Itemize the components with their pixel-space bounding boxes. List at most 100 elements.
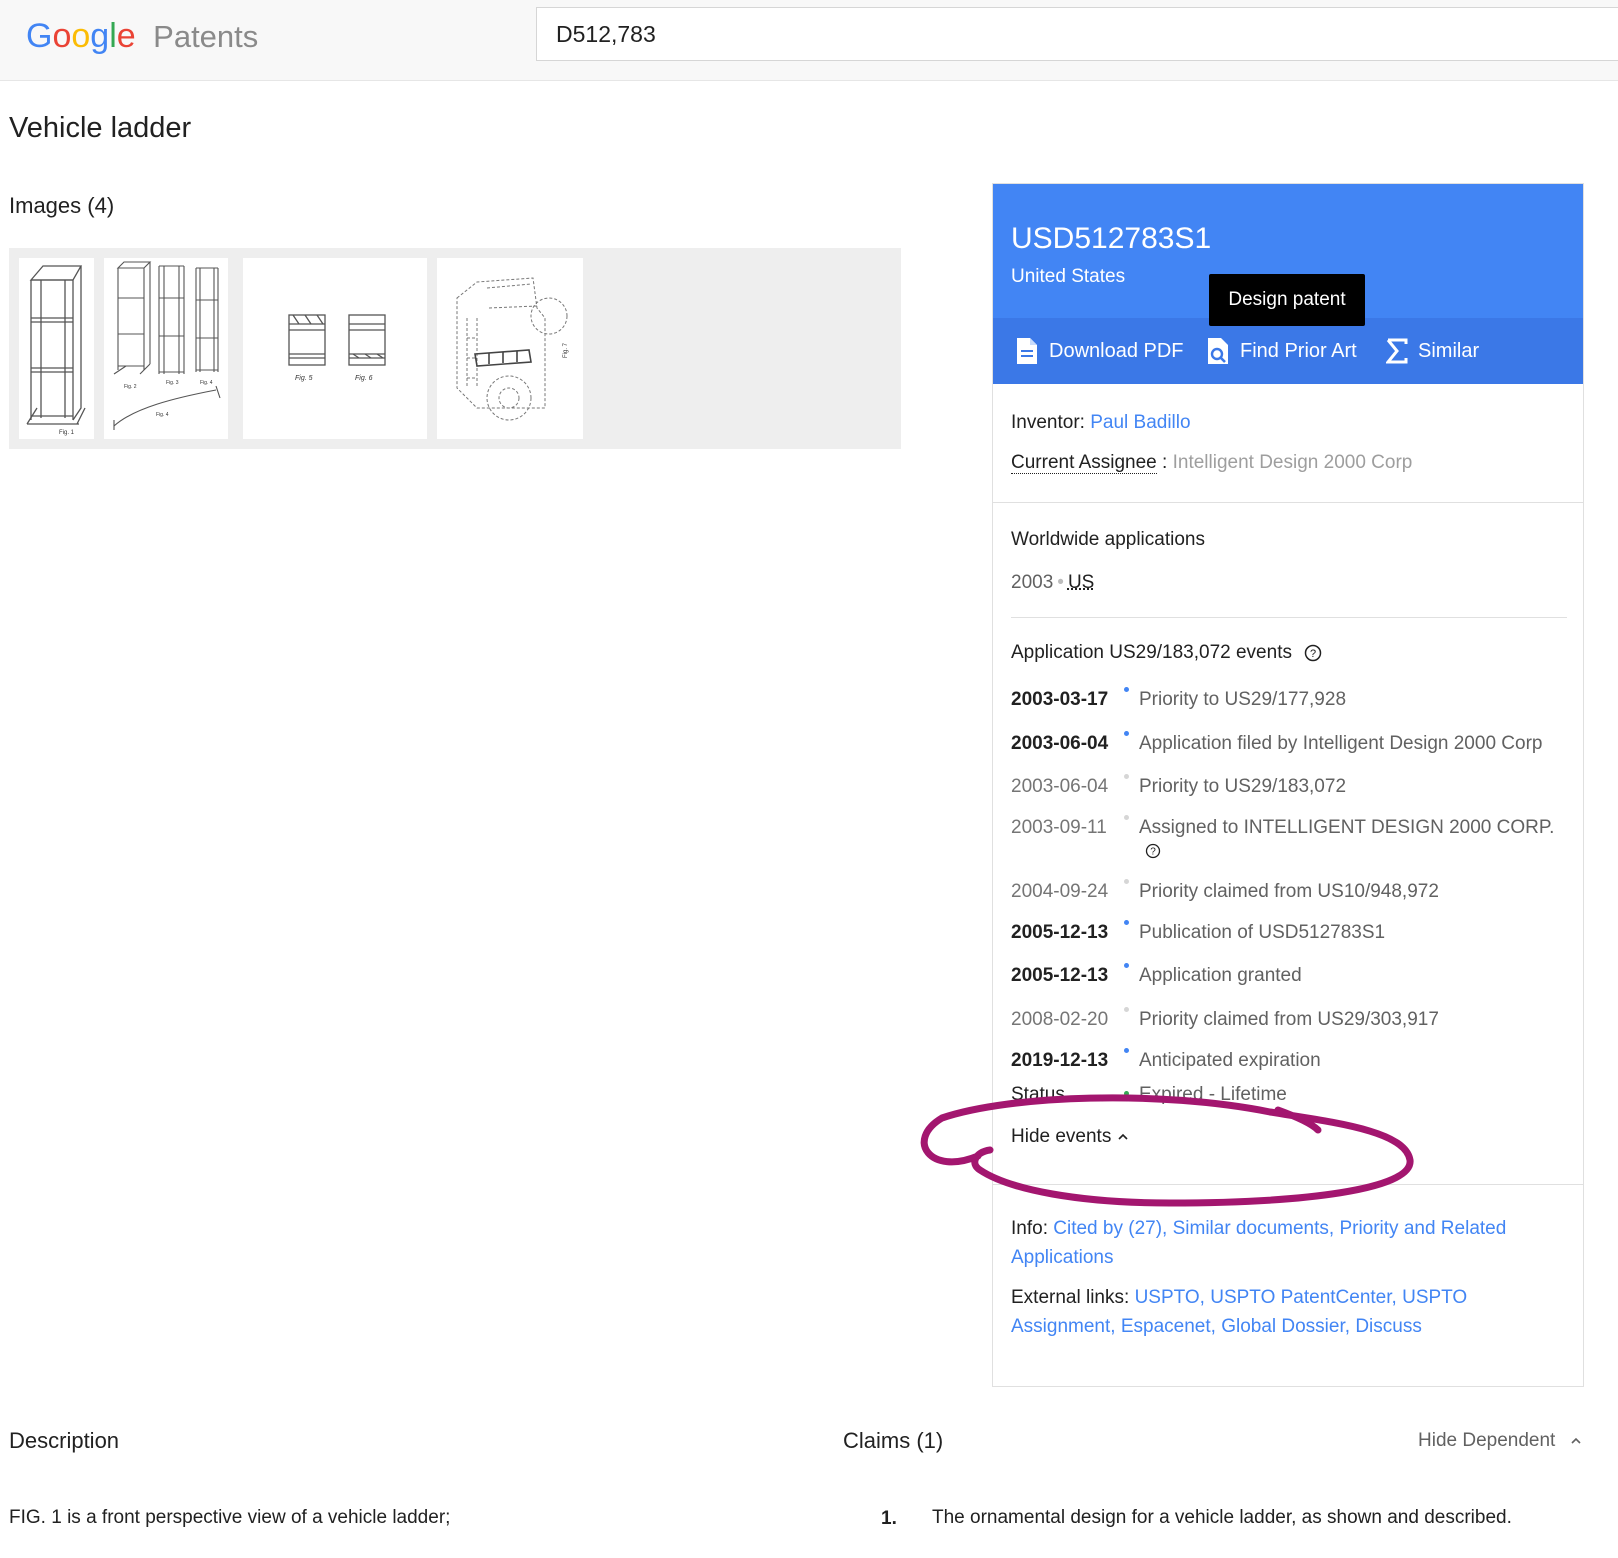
event-text: Anticipated expiration — [1139, 1050, 1321, 1071]
logo-letter: l — [109, 17, 117, 55]
image-thumbnail-2[interactable]: Fig. 2 Fig. 3 Fig. 4 Fig. 4 — [104, 258, 228, 439]
pdf-icon — [1017, 338, 1037, 364]
ladder-front-drawing: Fig. 1 — [26, 265, 86, 436]
claims-heading: Claims (1) — [843, 1428, 944, 1453]
help-circle-icon[interactable]: ? — [1145, 843, 1161, 859]
event-date: 2005-12-13 — [1011, 965, 1109, 986]
event-text: Priority claimed from US10/948,972 — [1139, 881, 1439, 902]
info-label: Info: — [1011, 1218, 1048, 1239]
uspto-link[interactable]: USPTO, — [1135, 1287, 1205, 1308]
status-label: Status — [1011, 1084, 1065, 1105]
event-text: Priority claimed from US29/303,917 — [1139, 1009, 1439, 1030]
fig-label: Fig. 2 — [124, 384, 137, 390]
external-links-section: External links: USPTO, USPTO PatentCente… — [1011, 1283, 1531, 1341]
inventor-field: Inventor: Paul Badillo — [1011, 412, 1191, 434]
event-text: Publication of USD512783S1 — [1139, 922, 1386, 943]
country-label: United States — [1011, 266, 1126, 287]
hide-events-toggle[interactable]: Hide events — [1011, 1126, 1129, 1148]
find-prior-art-button[interactable]: Find Prior Art — [1206, 336, 1357, 366]
ladder-top-views-drawing: Fig. 5 Fig. 6 — [288, 314, 386, 382]
inventor-link[interactable]: Paul Badillo — [1090, 412, 1190, 433]
event-date: 2003-06-04 — [1011, 733, 1109, 754]
event-dot — [1124, 687, 1129, 692]
divider — [993, 1184, 1583, 1185]
fig-label: Fig. 1 — [59, 430, 75, 436]
worldwide-country-link[interactable]: US — [1068, 572, 1094, 593]
download-pdf-label: Download PDF — [1049, 339, 1184, 362]
event-dot — [1124, 1048, 1129, 1053]
fig-label: Fig. 4 — [200, 380, 213, 386]
fig-label: Fig. 4 — [156, 412, 169, 418]
assignee-field: Current Assignee : Intelligent Design 20… — [1011, 452, 1412, 474]
google-patents-logo[interactable]: Google Patents — [26, 14, 258, 59]
event-dot — [1124, 774, 1129, 779]
page-title: Vehicle ladder — [9, 112, 192, 144]
external-links-label: External links: — [1011, 1287, 1130, 1308]
event-date: 2003-03-17 — [1011, 689, 1109, 710]
info-section: Info: Cited by (27), Similar documents, … — [1011, 1214, 1531, 1272]
events-heading-label: Application US29/183,072 events — [1011, 642, 1292, 663]
hide-events-label: Hide events — [1011, 1126, 1112, 1147]
similar-label: Similar — [1418, 339, 1480, 362]
hide-dependent-label: Hide Dependent — [1418, 1430, 1556, 1451]
fig-label: Fig. 3 — [166, 380, 179, 386]
vehicle-with-ladder-drawing: Fig. 7 — [456, 277, 569, 421]
similar-button[interactable]: Similar — [1386, 336, 1479, 366]
inventor-label: Inventor: — [1011, 412, 1085, 433]
worldwide-applications-heading: Worldwide applications — [1011, 529, 1205, 550]
status-dot — [1124, 1091, 1129, 1096]
assignee-separator: : — [1156, 452, 1168, 473]
logo-letter: o — [71, 17, 91, 55]
image-thumbnail-3[interactable]: Fig. 5 Fig. 6 — [243, 258, 427, 439]
download-pdf-button[interactable]: Download PDF — [1015, 336, 1184, 366]
uspto-patentcenter-link[interactable]: USPTO PatentCenter, — [1210, 1287, 1397, 1308]
worldwide-year: 2003 — [1011, 572, 1054, 593]
event-dot — [1124, 963, 1129, 968]
status-value: Expired - Lifetime — [1139, 1084, 1287, 1105]
discuss-link[interactable]: Discuss — [1355, 1316, 1422, 1337]
fig-label: Fig. 5 — [295, 375, 313, 382]
event-dot — [1124, 920, 1129, 925]
help-circle-icon[interactable]: ? — [1304, 644, 1322, 662]
header-bar: Google Patents — [0, 0, 1618, 81]
event-text: Assigned to INTELLIGENT DESIGN 2000 CORP… — [1139, 817, 1555, 838]
event-dot — [1124, 1007, 1129, 1012]
fig-label: Fig. 6 — [355, 375, 373, 382]
svg-text:?: ? — [1310, 648, 1316, 660]
chevron-up-icon — [1118, 1133, 1128, 1140]
event-date: 2003-09-11 — [1011, 817, 1107, 838]
hide-dependent-toggle[interactable]: Hide Dependent — [1418, 1430, 1583, 1452]
claim-text: The ornamental design for a vehicle ladd… — [932, 1507, 1512, 1528]
logo-letter: o — [52, 17, 72, 55]
event-dot — [1124, 815, 1129, 820]
event-dot — [1124, 879, 1129, 884]
assignee-label[interactable]: Current Assignee — [1011, 452, 1157, 474]
image-thumbnails-strip: Fig. 1 Fig. 2 Fig. 3 Fig. 4 Fig. 4 Fig. … — [9, 248, 901, 449]
espacenet-link[interactable]: Espacenet, — [1121, 1316, 1216, 1337]
event-date: 2003-06-04 — [1011, 776, 1109, 797]
event-dot — [1124, 731, 1129, 736]
event-date: 2004-09-24 — [1011, 881, 1109, 902]
find-prior-art-label: Find Prior Art — [1240, 339, 1357, 362]
logo-letter: g — [90, 17, 110, 55]
search-input[interactable] — [554, 20, 1608, 49]
description-text: FIG. 1 is a front perspective view of a … — [9, 1507, 451, 1528]
search-box[interactable] — [536, 7, 1618, 61]
event-text: Priority to US29/183,072 — [1139, 776, 1347, 797]
cited-by-link[interactable]: Cited by (27), — [1053, 1218, 1167, 1239]
event-text: Priority to US29/177,928 — [1139, 689, 1347, 710]
event-date: 2019-12-13 — [1011, 1050, 1109, 1071]
global-dossier-link[interactable]: Global Dossier, — [1221, 1316, 1350, 1337]
image-thumbnail-4[interactable]: Fig. 7 — [437, 258, 583, 439]
similar-documents-link[interactable]: Similar documents, — [1173, 1218, 1335, 1239]
publication-number: USD512783S1 — [1011, 222, 1212, 255]
divider — [993, 502, 1583, 503]
separator-dot: • — [1057, 572, 1064, 593]
logo-letter: e — [116, 17, 136, 55]
fig-label: Fig. 7 — [563, 342, 569, 358]
event-text: Application granted — [1139, 965, 1302, 986]
events-heading: Application US29/183,072 events ? — [1011, 642, 1322, 664]
event-date: 2008-02-20 — [1011, 1009, 1109, 1030]
patent-summary-card: USD512783S1 United States Download PDF F… — [992, 183, 1584, 1387]
image-thumbnail-1[interactable]: Fig. 1 — [19, 258, 94, 439]
